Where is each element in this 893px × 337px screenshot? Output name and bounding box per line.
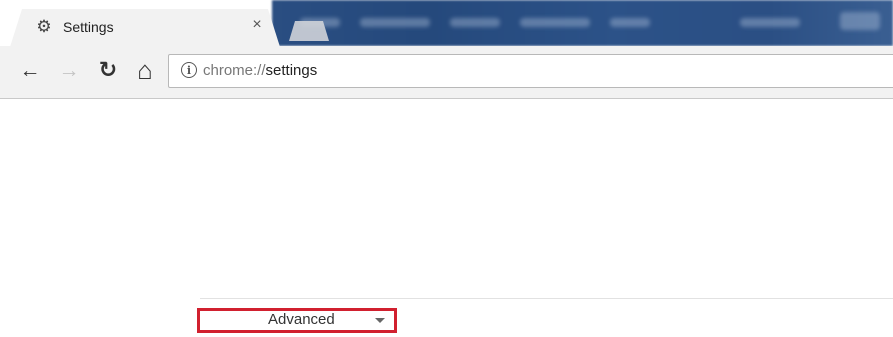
browser-window: ⚙ Settings × ← → ↻ ⌂ i chrome://settings…	[0, 0, 893, 337]
home-icon[interactable]: ⌂	[131, 56, 159, 84]
advanced-label: Advanced	[268, 311, 335, 328]
reload-icon[interactable]: ↻	[94, 56, 122, 84]
blurred-menu-item	[610, 18, 650, 27]
url-scheme: chrome://	[203, 62, 266, 79]
blurred-menu-item	[740, 18, 800, 27]
section-divider	[200, 298, 893, 299]
tab-strip: ⚙ Settings ×	[0, 0, 893, 47]
advanced-button[interactable]: Advanced	[200, 311, 394, 330]
close-icon[interactable]: ×	[248, 16, 266, 34]
blurred-menu-item	[360, 18, 430, 27]
dropdown-arrow-icon	[375, 318, 385, 323]
blurred-menu-item	[520, 18, 590, 27]
forward-icon[interactable]: →	[55, 56, 83, 84]
blurred-menu-item	[840, 12, 880, 30]
address-bar[interactable]: i chrome://settings	[168, 54, 893, 88]
url-path: settings	[265, 62, 318, 79]
new-tab-button[interactable]	[289, 21, 329, 41]
tab-title: Settings	[63, 19, 114, 35]
toolbar: ← → ↻ ⌂ i chrome://settings	[0, 46, 893, 99]
info-icon[interactable]: i	[181, 62, 197, 78]
back-icon[interactable]: ←	[16, 56, 44, 84]
url-text: chrome://settings	[203, 62, 317, 79]
blurred-menu-item	[450, 18, 500, 27]
settings-page: Advanced	[0, 99, 893, 337]
gear-icon: ⚙	[36, 16, 52, 36]
